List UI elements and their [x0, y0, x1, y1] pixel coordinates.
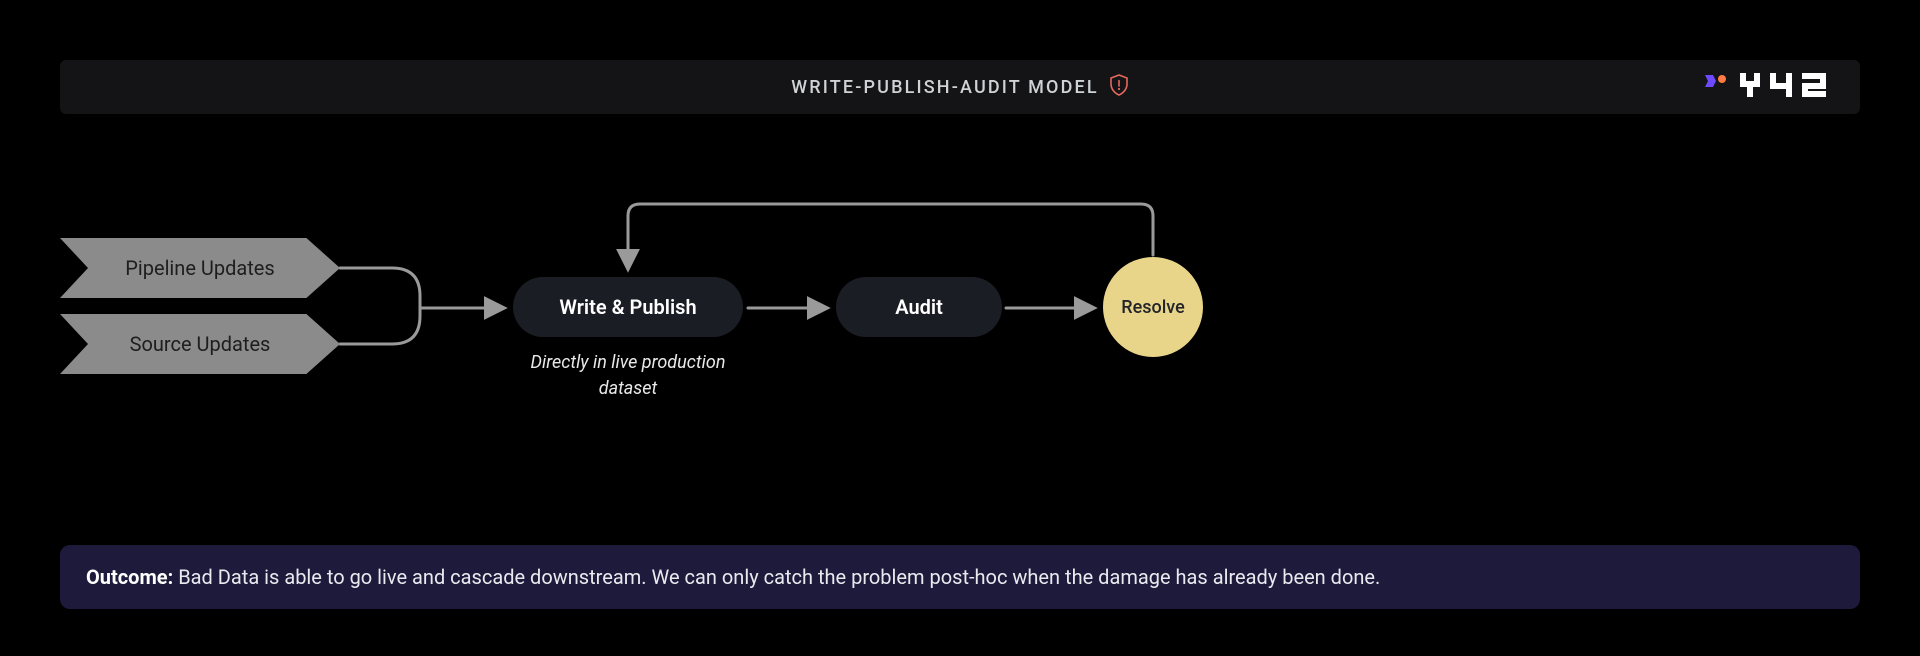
- node-label: Audit: [895, 295, 943, 319]
- input-source-updates: Source Updates: [60, 314, 340, 374]
- node-write-publish: Write & Publish: [513, 277, 743, 337]
- node-label: Resolve: [1121, 297, 1185, 318]
- node-audit: Audit: [836, 277, 1002, 337]
- outcome-label: Outcome:: [86, 565, 173, 589]
- node-write-subtext: Directly in live production dataset: [513, 350, 743, 402]
- input-pipeline-updates: Pipeline Updates: [60, 238, 340, 298]
- outcome-text: Bad Data is able to go live and cascade …: [178, 565, 1380, 589]
- outcome-banner: Outcome: Bad Data is able to go live and…: [60, 545, 1860, 609]
- node-resolve: Resolve: [1103, 257, 1203, 357]
- node-label: Write & Publish: [559, 295, 696, 319]
- input-label: Pipeline Updates: [125, 256, 274, 280]
- input-label: Source Updates: [130, 332, 271, 356]
- diagram-stage: WRITE-PUBLISH-AUDIT MODEL: [0, 0, 1920, 656]
